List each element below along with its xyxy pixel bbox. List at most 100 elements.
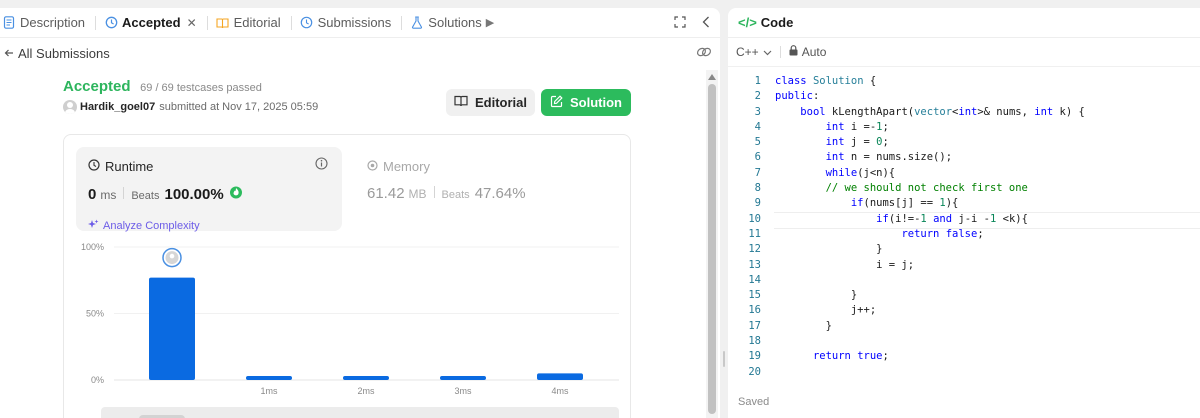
tab-solutions[interactable]: Solutions ▶ (410, 8, 500, 38)
chart-bar (440, 376, 486, 380)
tab-divider (401, 15, 403, 30)
code-text: public: (775, 90, 820, 103)
code-line[interactable]: 7 while(j<n){ (728, 166, 1200, 181)
code-line[interactable]: 1 class Solution { (728, 74, 1200, 89)
username[interactable]: Hardik_goel07 (80, 101, 155, 113)
scroll-up-icon[interactable] (708, 74, 716, 80)
line-number: 16 (748, 304, 761, 317)
value-divider (433, 186, 435, 198)
y-tick-label: 100% (81, 242, 104, 252)
editorial-button[interactable]: Editorial (446, 89, 535, 116)
code-line[interactable]: 12 } (728, 242, 1200, 257)
lock-icon (789, 45, 798, 59)
runtime-label: Runtime (105, 159, 154, 174)
code-line[interactable]: 15 } (728, 288, 1200, 303)
memory-title[interactable]: Memory (367, 159, 430, 174)
mode-label: Auto (801, 45, 827, 59)
runtime-card[interactable]: Runtime 0 ms Beats 100.00% Analyze Compl… (76, 147, 342, 233)
scrollbar-thumb[interactable] (708, 84, 716, 414)
code-line[interactable]: 8 // we should not check first one (728, 181, 1200, 196)
toolbar-divider (779, 46, 781, 58)
tab-label: Submissions (317, 15, 392, 30)
value-divider (123, 187, 125, 199)
code-line[interactable]: 4 int i =-1; (728, 120, 1200, 135)
code-line[interactable]: 20 (728, 365, 1200, 380)
tab-description[interactable]: Description (2, 8, 91, 38)
tab-bar: Description Accepted ✕ Editorial Submiss… (0, 8, 720, 38)
tab-editorial[interactable]: Editorial (216, 8, 287, 38)
tab-accepted[interactable]: Accepted ✕ (104, 8, 203, 38)
description-icon (2, 16, 16, 30)
line-number: 11 (748, 227, 761, 240)
code-text: int n = nums.size(); (825, 151, 953, 164)
editor-toolbar: C++ Auto (728, 38, 1200, 67)
code-line[interactable]: 10 if(i!=-1 and j-i -1 <k){ (728, 211, 1200, 230)
tab-divider (206, 15, 208, 30)
resize-grip[interactable] (723, 351, 725, 367)
chart-bar (149, 277, 195, 380)
code-line[interactable]: 16 j++; (728, 303, 1200, 318)
link-icon[interactable] (696, 45, 712, 62)
code-header: </> Code (728, 8, 1200, 38)
code-text: } (775, 289, 858, 302)
tab-label: Solutions (428, 15, 482, 30)
line-number: 15 (748, 289, 761, 302)
back-to-submissions[interactable]: All Submissions (0, 38, 720, 68)
analyze-complexity-link[interactable]: Analyze Complexity (88, 219, 200, 233)
chevron-down-icon (763, 45, 772, 59)
runtime-beats: 100.00% (164, 186, 224, 203)
line-number: 8 (754, 182, 761, 195)
code-line[interactable]: 11 return false; (728, 227, 1200, 242)
language-label: C++ (736, 45, 759, 59)
code-text: j++; (775, 304, 877, 317)
close-icon[interactable]: ✕ (187, 16, 197, 30)
submitter-info: Hardik_goel07 submitted at Nov 17, 2025 … (63, 100, 318, 114)
panel-resizer[interactable] (720, 8, 728, 418)
submission-status: Accepted 69 / 69 testcases passed (63, 78, 262, 95)
code-line[interactable]: 19 return true; (728, 349, 1200, 364)
line-number: 1 (754, 75, 761, 87)
code-line[interactable]: 13 i = j; (728, 258, 1200, 273)
code-text: if(nums[j] == 1){ (850, 197, 959, 210)
memory-unit: MB (408, 187, 427, 201)
code-text: return true; (812, 350, 889, 363)
auto-mode[interactable]: Auto (789, 45, 827, 59)
memory-value: 61.42 (367, 185, 405, 202)
line-number: 13 (748, 258, 761, 271)
code-text: class Solution { (775, 75, 877, 87)
scrollbar[interactable] (706, 70, 718, 418)
runtime-unit: ms (100, 188, 117, 202)
tab-divider (290, 15, 292, 30)
code-line[interactable]: 5 int j = 0; (728, 135, 1200, 150)
memory-label: Memory (383, 159, 430, 174)
book-icon (216, 16, 230, 30)
code-line[interactable]: 18 (728, 334, 1200, 349)
panel-tools (674, 8, 710, 38)
code-line[interactable]: 6 int n = nums.size(); (728, 150, 1200, 165)
memory-values: 61.42 MB Beats 47.64% (367, 185, 526, 202)
collapse-icon[interactable] (702, 16, 710, 31)
line-number: 3 (754, 105, 761, 118)
testcases-passed: 69 / 69 testcases passed (140, 82, 262, 94)
language-select[interactable]: C++ (736, 45, 772, 59)
solution-button[interactable]: Solution (541, 89, 631, 116)
code-text: int i =-1; (825, 120, 889, 133)
info-icon[interactable] (315, 157, 328, 173)
code-line[interactable]: 3 bool kLengthApart(vector<int>& nums, i… (728, 105, 1200, 120)
code-line[interactable]: 2 public: (728, 89, 1200, 104)
code-line[interactable]: 17 } (728, 319, 1200, 334)
maximize-icon[interactable] (674, 15, 686, 31)
code-line[interactable]: 14 (728, 273, 1200, 288)
avatar[interactable] (63, 100, 77, 114)
tab-submissions[interactable]: Submissions (300, 8, 398, 38)
chart-bar (246, 376, 292, 380)
code-line[interactable]: 9 if(nums[j] == 1){ (728, 196, 1200, 211)
code-editor[interactable]: 1 class Solution { 2 public: 3 bool kLengthA… (728, 74, 1200, 384)
y-tick-label: 50% (86, 309, 104, 319)
submitted-at: submitted at Nov 17, 2025 05:59 (159, 101, 319, 113)
line-number: 6 (754, 151, 761, 164)
code-text: bool kLengthApart(vector<int>& nums, int… (800, 105, 1085, 118)
submission-panel: Description Accepted ✕ Editorial Submiss… (0, 8, 720, 418)
play-icon[interactable]: ▶ (486, 16, 494, 29)
code-text: if(i!=-1 and j-i -1 <k){ (876, 212, 1028, 225)
